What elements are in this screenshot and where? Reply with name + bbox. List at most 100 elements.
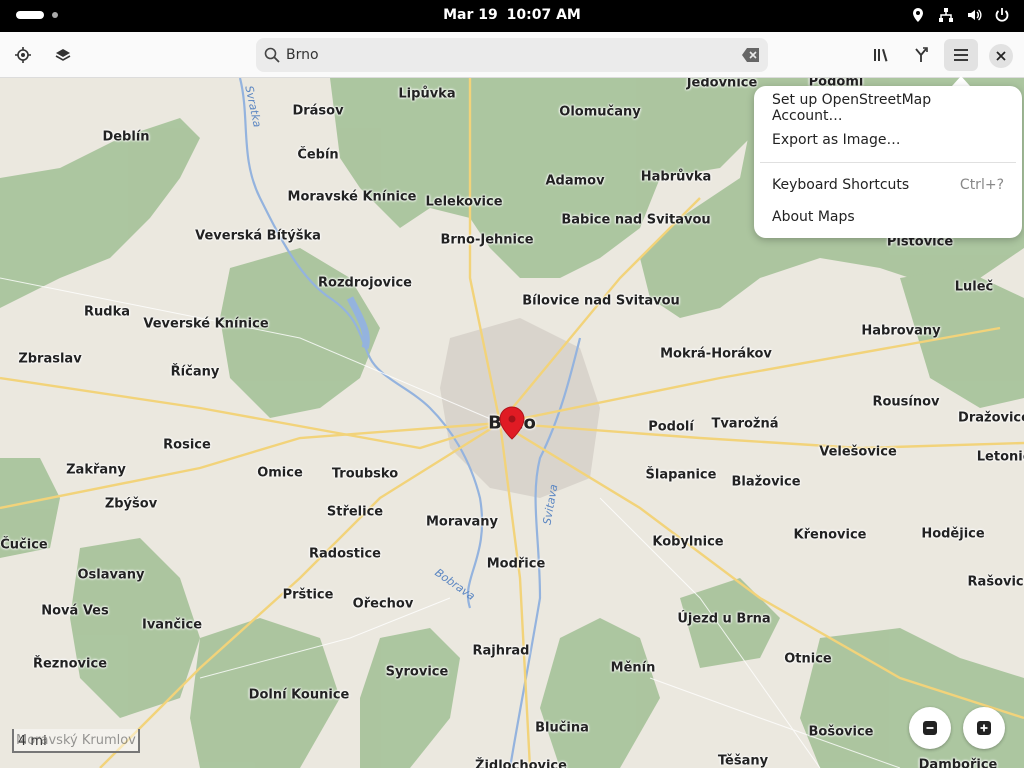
place-label: Modřice [486,556,546,572]
place-label: Babice nad Svitavou [561,212,711,228]
place-label: Ivančice [141,617,203,633]
place-label: Kobylnice [652,534,724,550]
clear-search-icon[interactable] [742,48,760,62]
place-label: Deblín [102,129,150,145]
place-label: Oslavany [77,567,145,583]
place-label: Rudka [84,304,130,320]
close-icon [996,51,1006,61]
location-icon [910,7,926,23]
place-label: Radostice [309,546,381,562]
place-label: Adamov [545,173,605,189]
clock[interactable]: Mar 19 10:07 AM [0,7,1024,23]
place-label: Syrovice [385,664,449,680]
place-label: Veverské Knínice [143,316,269,332]
search-input[interactable] [286,38,726,72]
place-label: Újezd u Brna [677,611,771,627]
zoom-out-icon [923,721,937,735]
menu-item-label: Set up OpenStreetMap Account… [772,92,932,124]
place-label: Rozdrojovice [318,275,412,291]
zoom-in-button[interactable] [963,707,1005,749]
place-label: Rašovice [967,574,1024,590]
menu-separator [760,162,1016,163]
place-label: Mokrá-Horákov [660,346,772,362]
place-label: Omice [257,465,303,481]
place-label: Lelekovice [425,194,503,210]
place-label: Jedovnice [686,78,758,91]
place-label: Bílovice nad Svitavou [522,293,680,309]
scale-underlay-place: Moravský Krumlov [16,733,136,748]
place-label: Moravské Knínice [287,189,417,205]
place-label: Lulеč [954,279,994,295]
location-pin-icon[interactable] [498,406,526,440]
place-label: Řeznovice [32,656,108,672]
menu-icon [954,49,968,61]
place-label: Troubsko [331,466,399,482]
place-label: Rosice [163,437,211,453]
locate-icon [15,47,31,63]
menu-item-label: Keyboard Shortcuts [772,177,910,193]
place-label: Lipůvka [398,86,456,102]
menu-item-openstreetmap-account[interactable]: Set up OpenStreetMap Account… [754,92,1022,124]
place-label: Rajhrad [472,643,530,659]
menu-popover-arrow [952,76,970,86]
place-label: Blučina [535,720,589,736]
place-label: Zakřany [66,462,126,478]
place-label: Rousínov [872,394,940,410]
header-bar [0,32,1024,78]
place-label: Dambořice [918,757,998,768]
place-label: Podolí [648,419,694,435]
place-label: Otnice [784,651,832,667]
search-bar [256,38,768,72]
search-icon [264,47,280,63]
locate-button[interactable] [6,39,40,71]
place-label: Zbýšov [104,496,158,512]
main-menu-popover: Set up OpenStreetMap Account… Export as … [754,86,1022,238]
place-label: Letonice [976,449,1024,465]
map-scale: 4 mi Moravský Krumlov [12,729,140,753]
library-button[interactable] [864,39,898,71]
place-label: Ořechov [352,596,414,612]
place-label: Drásov [292,103,344,119]
place-label: Říčany [170,364,220,380]
place-label: Židlochovice [475,758,567,768]
place-label: Dolní Kounice [248,687,350,703]
zoom-out-button[interactable] [909,707,951,749]
menu-item-export-image[interactable]: Export as Image… [754,124,1022,156]
menu-item-about-maps[interactable]: About Maps [754,201,1022,233]
layers-button[interactable] [46,39,80,71]
close-window-button[interactable] [989,44,1013,68]
place-label: Střelice [326,504,384,520]
place-label: Těšany [717,753,769,768]
place-label: Měnín [610,660,656,676]
clock-time: 10:07 AM [506,7,581,23]
place-label: Křenovice [793,527,867,543]
place-label: Bošovice [808,724,874,740]
place-label: Olomučany [559,104,641,120]
place-label: Habrovany [861,323,941,339]
place-label: Moravany [425,514,499,530]
place-label: Brno-Jehnice [440,232,534,248]
menu-item-accelerator: Ctrl+? [959,177,1004,193]
place-label: Velešovice [819,444,897,460]
place-label: Dražovice [958,410,1024,426]
place-label: Tvarožná [711,416,779,432]
layers-icon [55,49,71,61]
place-label: Nová Ves [41,603,109,619]
place-label: Čučice [0,537,48,553]
menu-item-label: About Maps [772,209,855,225]
main-menu-button[interactable] [944,39,978,71]
volume-icon [966,7,982,23]
menu-item-label: Export as Image… [772,132,901,148]
library-icon [874,49,888,62]
clock-date: Mar 19 [443,7,498,23]
power-icon [994,7,1010,23]
menu-item-keyboard-shortcuts[interactable]: Keyboard Shortcuts Ctrl+? [754,169,1022,201]
place-label: Blažovice [731,474,801,490]
network-icon [938,7,954,23]
place-label: Čebín [297,147,339,163]
system-status-area[interactable] [910,7,1010,23]
route-button[interactable] [904,39,938,71]
place-label: Šlapanice [645,467,717,483]
place-label: Veverská Bítýška [195,228,321,244]
place-label: Habrůvka [640,169,712,185]
